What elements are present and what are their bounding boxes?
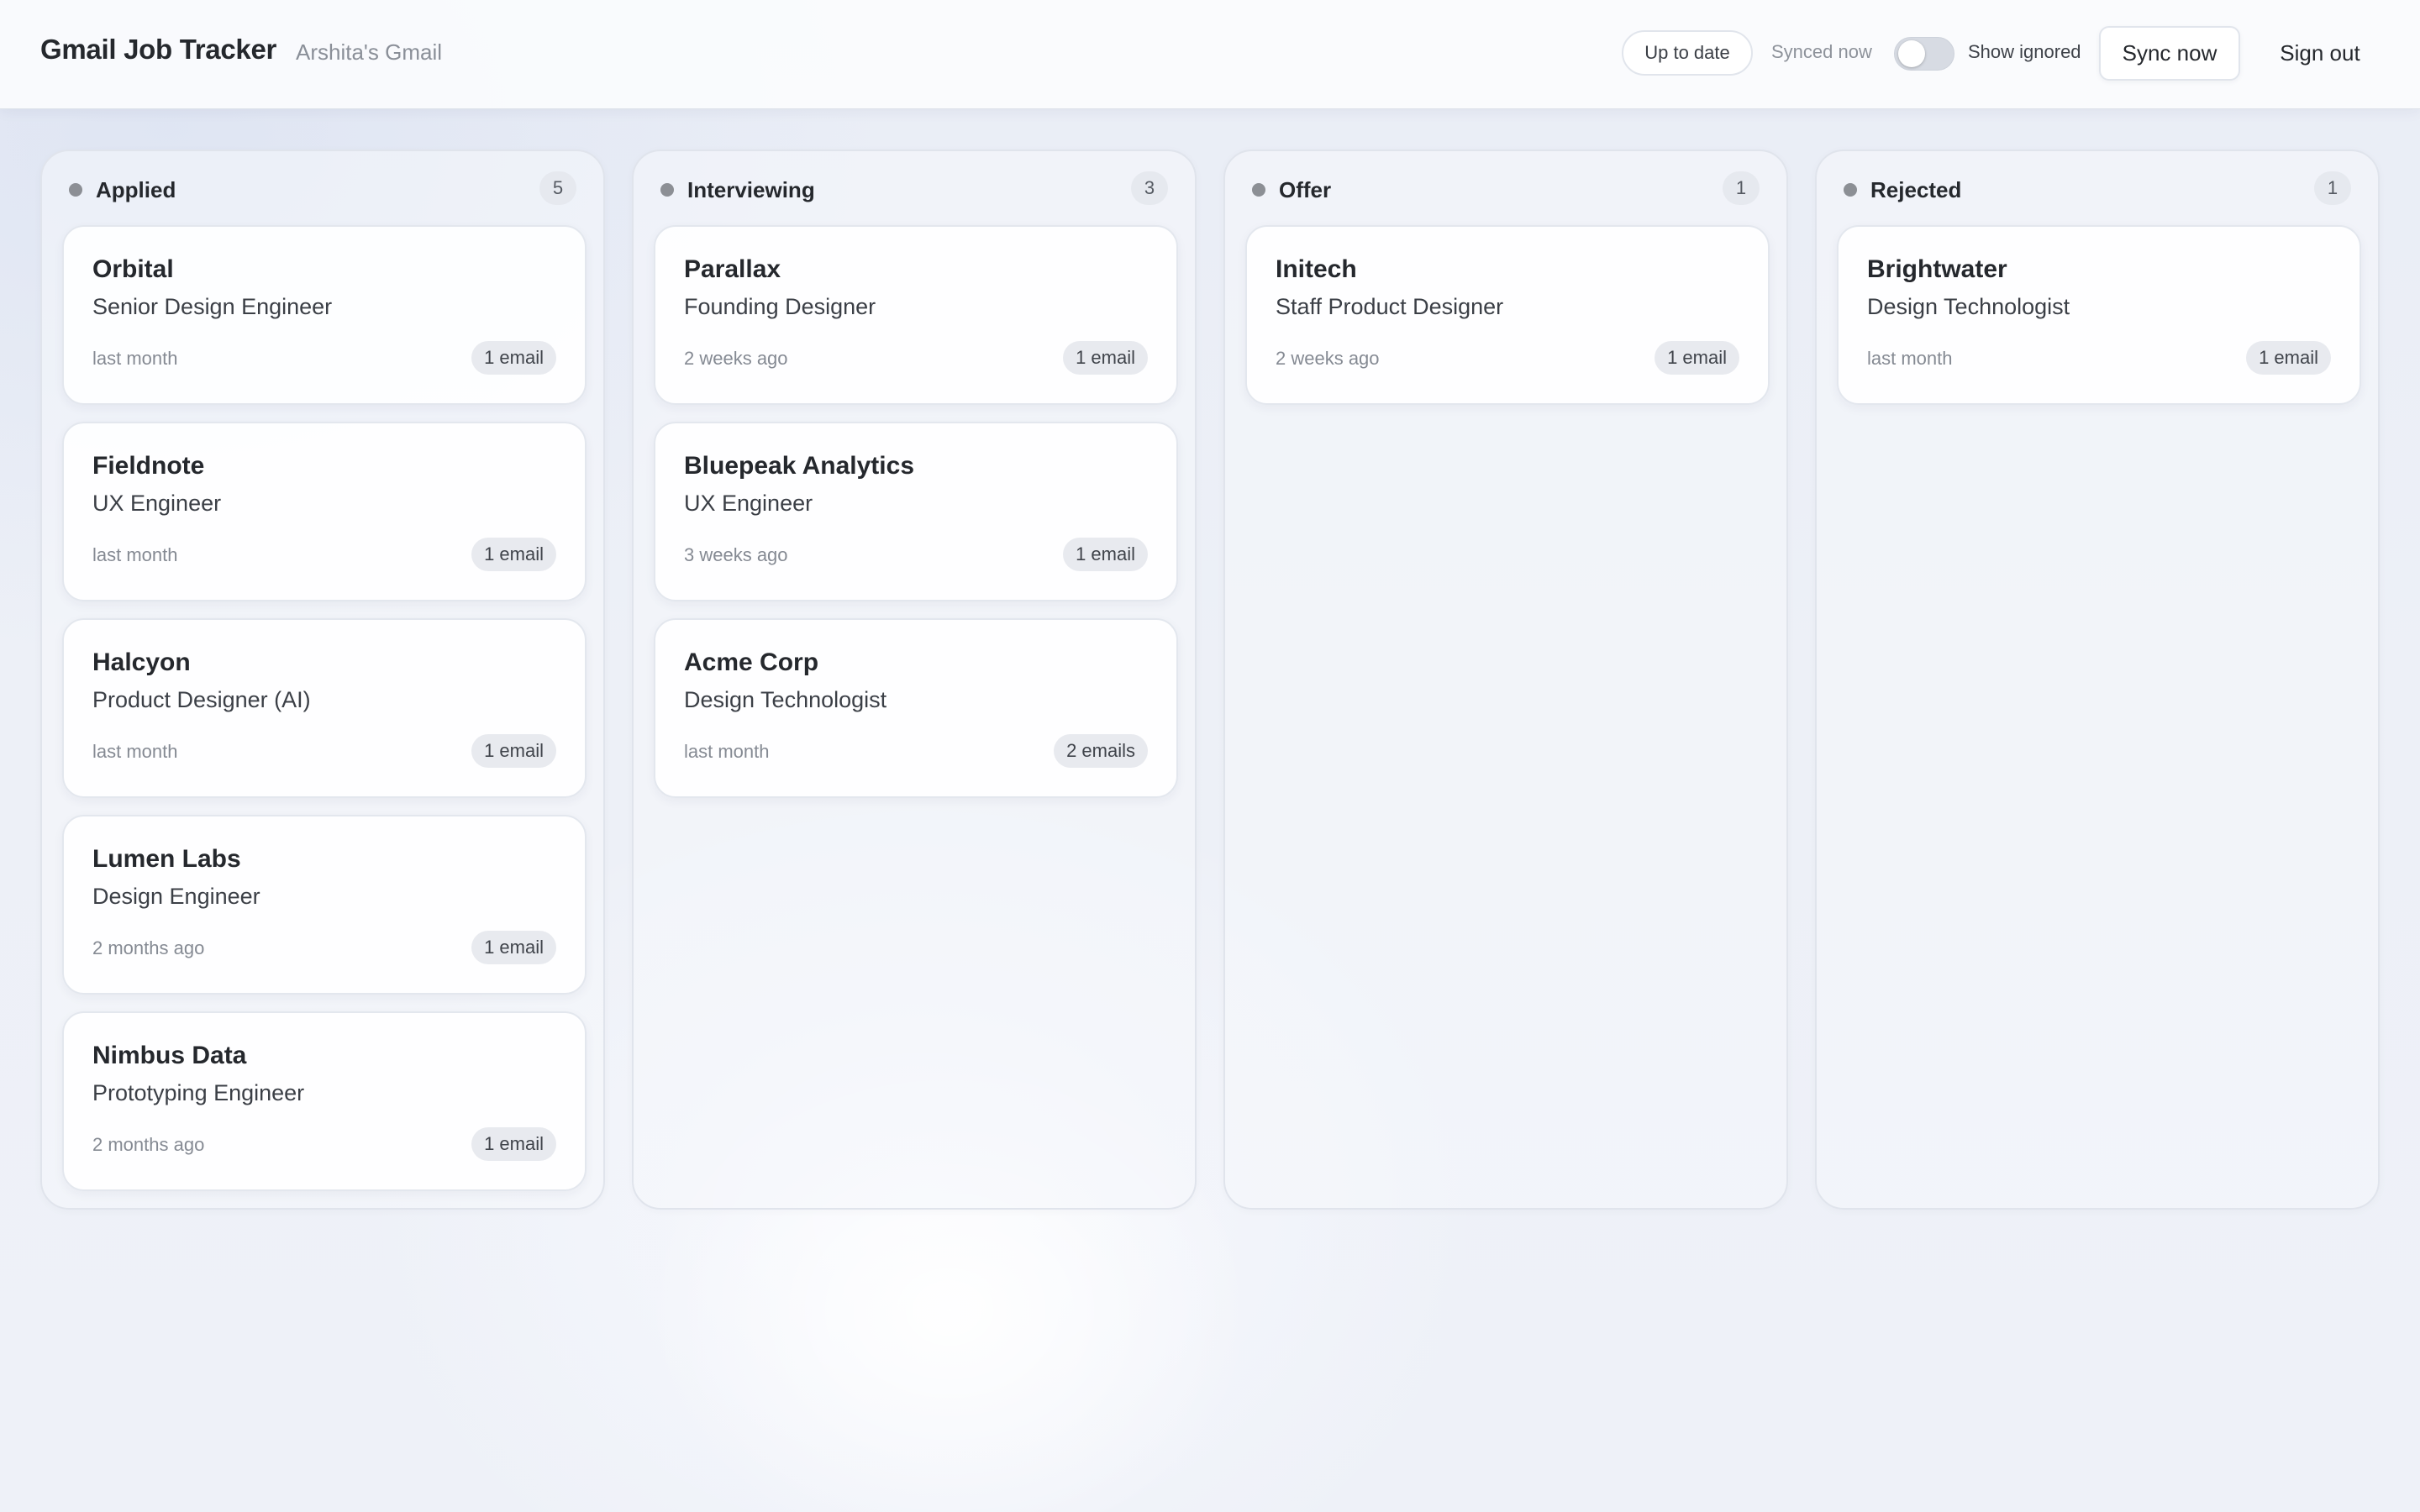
- email-count-badge: 1 email: [1063, 538, 1148, 571]
- card-timestamp: 2 months ago: [92, 1134, 205, 1155]
- status-dot-icon: [1844, 183, 1857, 197]
- sync-status-badge: Up to date: [1622, 30, 1753, 76]
- card-role: UX Engineer: [684, 491, 813, 516]
- status-dot-icon: [69, 183, 82, 197]
- card-role: Design Engineer: [92, 884, 260, 909]
- toggle-knob: [1898, 40, 1925, 67]
- card-role: UX Engineer: [92, 491, 222, 516]
- card-timestamp: 2 months ago: [92, 937, 205, 958]
- card-timestamp: 3 weeks ago: [684, 544, 788, 565]
- job-card[interactable]: Parallax Founding Designer 2 weeks ago 1…: [654, 225, 1178, 405]
- sync-now-button[interactable]: Sync now: [2099, 26, 2240, 81]
- email-count-badge: 1 email: [471, 931, 556, 964]
- job-card[interactable]: Bluepeak Analytics UX Engineer 3 weeks a…: [654, 422, 1178, 601]
- column-title: Offer: [1279, 177, 1332, 202]
- column-title: Rejected: [1870, 177, 1962, 202]
- card-timestamp: last month: [92, 348, 178, 369]
- card-list: Initech Staff Product Designer 2 weeks a…: [1245, 225, 1770, 422]
- job-card[interactable]: Orbital Senior Design Engineer last mont…: [62, 225, 587, 405]
- job-card[interactable]: Halcyon Product Designer (AI) last month…: [62, 618, 587, 798]
- email-count-badge: 2 emails: [1054, 734, 1148, 768]
- card-role: Design Technologist: [1867, 294, 2070, 319]
- column-count-badge: 3: [1131, 171, 1168, 205]
- column-offer: Offer 1 Initech Staff Product Designer 2…: [1223, 150, 1788, 1210]
- synced-timestamp: Synced now: [1771, 41, 1872, 62]
- card-list: Brightwater Design Technologist last mon…: [1837, 225, 2361, 422]
- card-company: Halcyon: [92, 648, 191, 676]
- job-card[interactable]: Lumen Labs Design Engineer 2 months ago …: [62, 815, 587, 995]
- card-role: Staff Product Designer: [1276, 294, 1504, 319]
- card-company: Nimbus Data: [92, 1042, 247, 1069]
- show-ignored-toggle[interactable]: [1894, 37, 1954, 71]
- card-timestamp: 2 weeks ago: [1276, 348, 1380, 369]
- email-count-badge: 1 email: [471, 341, 556, 375]
- card-list: Parallax Founding Designer 2 weeks ago 1…: [654, 225, 1178, 815]
- email-count-badge: 1 email: [2246, 341, 2331, 375]
- job-card[interactable]: Fieldnote UX Engineer last month 1 email: [62, 422, 587, 601]
- card-company: Parallax: [684, 255, 781, 283]
- job-card[interactable]: Initech Staff Product Designer 2 weeks a…: [1245, 225, 1770, 405]
- card-timestamp: last month: [1867, 348, 1953, 369]
- email-count-badge: 1 email: [1655, 341, 1739, 375]
- kanban-board: Applied 5 Orbital Senior Design Engineer…: [40, 150, 2380, 1210]
- card-role: Product Designer (AI): [92, 687, 311, 712]
- card-company: Lumen Labs: [92, 845, 241, 873]
- card-role: Founding Designer: [684, 294, 876, 319]
- card-role: Senior Design Engineer: [92, 294, 333, 319]
- email-count-badge: 1 email: [471, 734, 556, 768]
- email-count-badge: 1 email: [471, 1127, 556, 1161]
- card-company: Fieldnote: [92, 452, 205, 480]
- job-card[interactable]: Brightwater Design Technologist last mon…: [1837, 225, 2361, 405]
- card-timestamp: last month: [92, 741, 178, 762]
- card-role: Prototyping Engineer: [92, 1080, 305, 1105]
- column-applied: Applied 5 Orbital Senior Design Engineer…: [40, 150, 605, 1210]
- column-count-badge: 5: [539, 171, 576, 205]
- column-title: Interviewing: [687, 177, 815, 202]
- card-company: Acme Corp: [684, 648, 819, 676]
- column-count-badge: 1: [2314, 171, 2351, 205]
- column-count-badge: 1: [1723, 171, 1760, 205]
- app-title: Gmail Job Tracker: [40, 34, 277, 65]
- status-dot-icon: [660, 183, 674, 197]
- email-count-badge: 1 email: [471, 538, 556, 571]
- sign-out-button[interactable]: Sign out: [2265, 26, 2375, 81]
- card-timestamp: last month: [684, 741, 770, 762]
- column-rejected: Rejected 1 Brightwater Design Technologi…: [1815, 150, 2380, 1210]
- status-dot-icon: [1252, 183, 1265, 197]
- card-timestamp: last month: [92, 544, 178, 565]
- card-company: Initech: [1276, 255, 1357, 283]
- card-timestamp: 2 weeks ago: [684, 348, 788, 369]
- app-header: Gmail Job Tracker Arshita's Gmail Up to …: [0, 0, 2420, 109]
- column-interviewing: Interviewing 3 Parallax Founding Designe…: [632, 150, 1197, 1210]
- card-company: Orbital: [92, 255, 174, 283]
- job-card[interactable]: Nimbus Data Prototyping Engineer 2 month…: [62, 1011, 587, 1191]
- email-count-badge: 1 email: [1063, 341, 1148, 375]
- card-company: Bluepeak Analytics: [684, 452, 914, 480]
- card-role: Design Technologist: [684, 687, 887, 712]
- card-company: Brightwater: [1867, 255, 2007, 283]
- card-list: Orbital Senior Design Engineer last mont…: [62, 225, 587, 1208]
- show-ignored-label[interactable]: Show ignored: [1968, 41, 2081, 63]
- column-title: Applied: [96, 177, 176, 202]
- job-card[interactable]: Acme Corp Design Technologist last month…: [654, 618, 1178, 798]
- account-name: Arshita's Gmail: [296, 39, 443, 65]
